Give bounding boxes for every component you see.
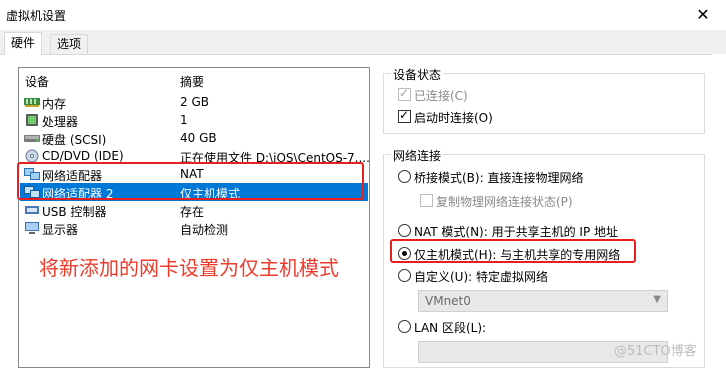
custom-label: 自定义(U): 特定虚拟网络 (414, 270, 549, 284)
device-status-label: 设备状态 (391, 66, 444, 83)
processor-icon (24, 113, 40, 127)
lan-segment-radio[interactable] (398, 320, 411, 333)
usb-icon (24, 203, 40, 217)
connected-label: 已连接(C) (414, 89, 468, 103)
nat-label: NAT 模式(N): 用于共享主机的 IP 地址 (414, 225, 619, 239)
device-summary: 1 (180, 113, 188, 127)
tab-options[interactable]: 选项 (50, 34, 89, 55)
device-summary: 存在 (180, 205, 205, 219)
title-bar: 虚拟机设置 ✕ (0, 0, 726, 30)
connected-checkbox[interactable]: ✓ (398, 86, 411, 101)
device-name: 显示器 (42, 223, 79, 237)
device-list[interactable]: 设备 摘要 内存 2 GB 处理器 1 硬盘 (SCSI) 40 GB CD/D… (18, 67, 370, 368)
network-connection-label: 网络连接 (391, 147, 444, 164)
bridged-label: 桥接模式(B): 直接连接物理网络 (414, 171, 584, 185)
device-row-memory[interactable]: 内存 2 GB (20, 93, 368, 111)
replicate-checkbox[interactable] (420, 194, 433, 207)
cdrom-icon (24, 149, 40, 163)
watermark: @51CTO博客 (614, 344, 697, 359)
right-margin (712, 54, 726, 368)
highlight-host-only (390, 239, 636, 263)
tab-hardware[interactable]: 硬件 (4, 32, 43, 55)
highlight-network-adapters (17, 162, 364, 200)
column-header-summary[interactable]: 摘要 (180, 73, 204, 90)
bridged-radio[interactable] (398, 170, 411, 183)
vmnet-value: VMnet0 (425, 294, 471, 308)
device-row-harddisk[interactable]: 硬盘 (SCSI) 40 GB (20, 129, 368, 147)
device-summary: 40 GB (180, 131, 217, 145)
device-row-processor[interactable]: 处理器 1 (20, 111, 368, 129)
lan-segment-label: LAN 区段(L): (414, 321, 487, 335)
memory-icon (24, 95, 40, 109)
custom-radio[interactable] (398, 269, 411, 282)
vmnet-select[interactable]: VMnet0 ▼ (418, 290, 668, 312)
window-title: 虚拟机设置 (6, 9, 67, 23)
close-icon[interactable]: ✕ (680, 0, 726, 30)
device-summary: 2 GB (180, 95, 209, 109)
device-name: USB 控制器 (42, 205, 107, 219)
device-name: CD/DVD (IDE) (42, 149, 124, 163)
device-name: 硬盘 (SCSI) (42, 133, 107, 147)
harddisk-icon (24, 131, 40, 145)
column-header-device[interactable]: 设备 (25, 73, 49, 90)
display-icon (24, 221, 40, 235)
annotation-text: 将新添加的网卡设置为仅主机模式 (39, 256, 339, 280)
device-row-display[interactable]: 显示器 自动检测 (20, 219, 368, 237)
replicate-label: 复制物理网络连接状态(P) (436, 195, 573, 209)
chevron-down-icon: ▼ (653, 294, 661, 305)
device-row-usb[interactable]: USB 控制器 存在 (20, 201, 368, 219)
device-name: 内存 (42, 97, 67, 111)
tab-row (0, 30, 726, 54)
device-name: 处理器 (42, 115, 79, 129)
device-summary: 自动检测 (180, 223, 229, 237)
connect-at-power-on-label: 启动时连接(O) (414, 111, 493, 125)
connect-at-power-on-checkbox[interactable]: ✓ (398, 108, 411, 123)
nat-radio[interactable] (398, 224, 411, 237)
